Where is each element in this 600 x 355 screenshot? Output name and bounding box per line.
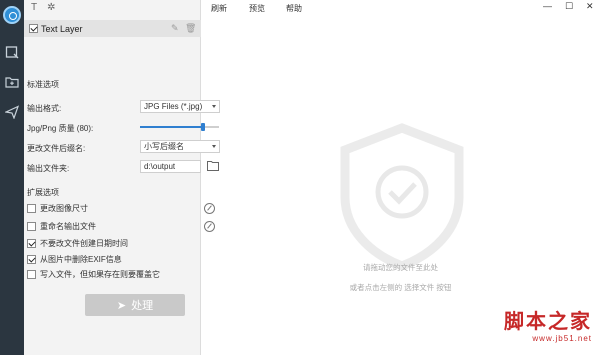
option-checkbox[interactable] [27, 239, 36, 248]
output-format-label: 输出格式: [27, 104, 62, 113]
maximize-button[interactable]: ☐ [565, 1, 573, 12]
option-rename[interactable]: 重命名输出文件 [27, 221, 96, 232]
option-checkbox[interactable] [27, 222, 36, 231]
minimize-button[interactable]: — [543, 1, 552, 11]
menu-refresh[interactable]: 刷新 [211, 3, 227, 14]
extended-section-title: 扩展选项 [27, 188, 59, 197]
layer-checkbox[interactable] [29, 24, 38, 33]
send-icon: ➤ [116, 299, 127, 312]
option-overwrite[interactable]: 写入文件，但如果存在则要覆盖它 [27, 269, 160, 280]
crop-icon[interactable] [5, 45, 19, 59]
drop-hint-primary: 请拖动您的文件至此处 [363, 263, 438, 272]
output-folder-label: 输出文件夹: [27, 164, 70, 173]
watermark: 脚本之家 www.jb51.net [504, 305, 592, 343]
settings-icon[interactable]: ✲ [47, 2, 55, 16]
watermark-title: 脚本之家 [504, 309, 592, 333]
quality-slider-fill [140, 126, 203, 128]
option-checkbox[interactable] [27, 204, 36, 213]
standard-section-title: 标准选项 [27, 80, 59, 89]
menu-help[interactable]: 帮助 [286, 3, 302, 14]
menu-preview[interactable]: 预览 [249, 3, 265, 14]
output-folder-input[interactable]: d:\output [140, 160, 201, 173]
option-keep-date[interactable]: 不要改文件创建日期时间 [27, 238, 128, 249]
option-remove-exif[interactable]: 从图片中删除EXIF信息 [27, 254, 122, 265]
trash-icon[interactable]: 🗑 [185, 23, 196, 34]
rename-label: 更改文件后缀名: [27, 144, 86, 153]
layer-name: Text Layer [41, 24, 83, 34]
add-folder-icon[interactable] [5, 75, 19, 89]
option-checkbox[interactable] [27, 255, 36, 264]
app-logo-icon[interactable] [3, 6, 21, 24]
edit-icon[interactable]: ✎ [171, 23, 179, 34]
option-checkbox[interactable] [27, 270, 36, 279]
panel-toolbar: T ✲ [31, 2, 56, 16]
process-button[interactable]: ➤ 处理 [85, 294, 185, 316]
drop-hint-secondary: 或者点击左侧的 选择文件 按钮 [349, 283, 452, 292]
option-resize[interactable]: 更改图像尺寸 [27, 203, 88, 214]
send-icon[interactable] [3, 105, 20, 120]
close-button[interactable]: ✕ [586, 1, 594, 12]
menu-bar: 刷新 预览 帮助 — ☐ ✕ [201, 0, 600, 14]
quality-label: Jpg/Png 质量 (80): [27, 124, 94, 133]
text-tool-icon[interactable]: T [31, 2, 37, 16]
shield-check-icon [337, 122, 467, 271]
settings-panel: T ✲ Text Layer ✎ 🗑 标准选项 输出格式: JPG Files … [24, 0, 220, 355]
layer-row[interactable]: Text Layer ✎ 🗑 [24, 20, 201, 37]
drop-area[interactable]: 请拖动您的文件至此处 或者点击左侧的 选择文件 按钮 [201, 14, 600, 355]
icon-rail [0, 0, 24, 355]
watermark-url: www.jb51.net [532, 334, 592, 343]
